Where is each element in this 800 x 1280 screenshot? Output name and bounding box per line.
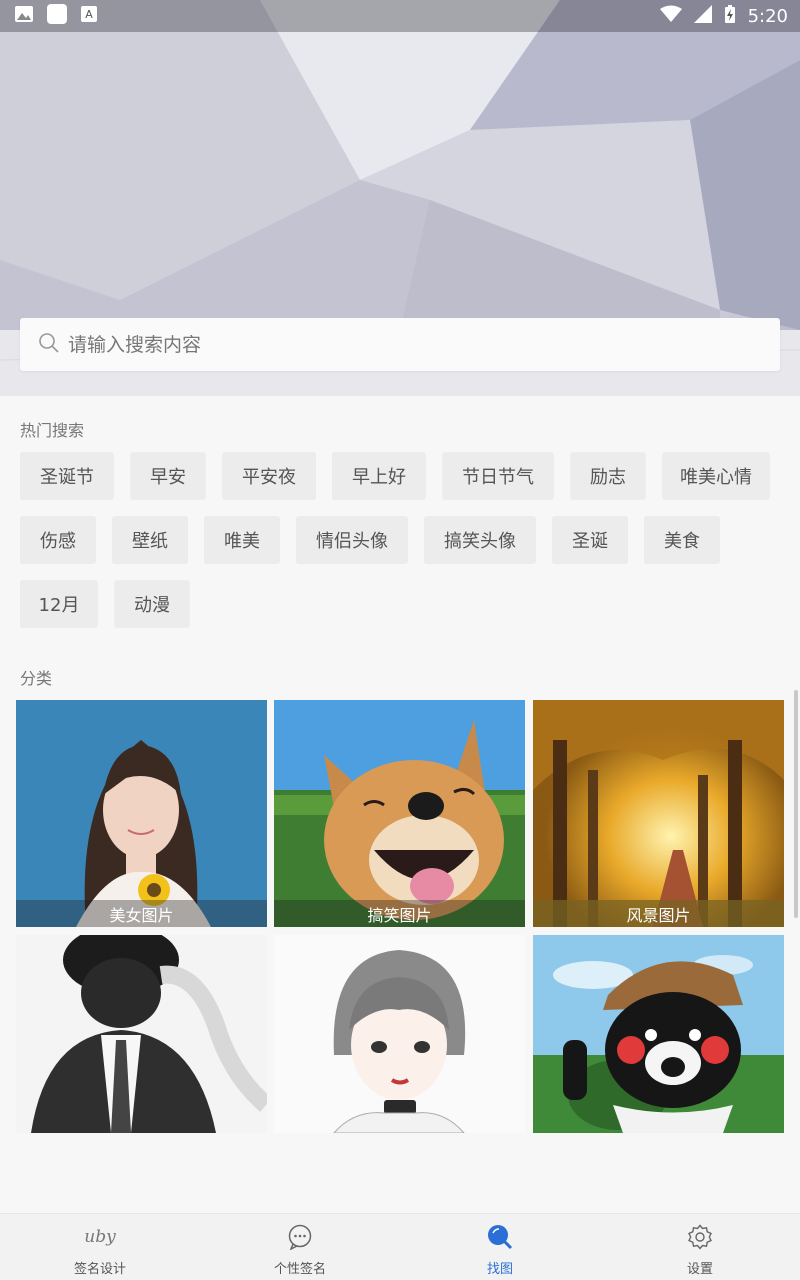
hot-tag[interactable]: 早安	[130, 452, 206, 500]
nav-item-settings[interactable]: 设置	[600, 1214, 800, 1280]
hot-tag[interactable]: 搞笑头像	[424, 516, 536, 564]
hot-tag[interactable]: 节日节气	[442, 452, 554, 500]
hot-tag[interactable]: 美食	[644, 516, 720, 564]
hot-tag[interactable]: 情侣头像	[296, 516, 408, 564]
nav-label: 签名设计	[73, 1262, 126, 1277]
man-hat-thumbnail	[16, 935, 267, 1133]
search-input[interactable]	[68, 333, 718, 356]
category-label: 风景图片	[533, 900, 784, 927]
hot-tag[interactable]: 壁纸	[112, 516, 188, 564]
chat-bubble-icon	[287, 1224, 313, 1254]
scenery-thumbnail	[533, 700, 784, 927]
kumamon-thumbnail	[533, 935, 784, 1133]
nav-label: 设置	[686, 1262, 713, 1277]
nav-item-personal-signature[interactable]: 个性签名	[200, 1214, 400, 1280]
nav-label: 找图	[486, 1262, 513, 1277]
scrollbar[interactable]	[794, 690, 798, 918]
category-tile-scenery[interactable]: 风景图片	[533, 700, 784, 927]
hot-search-tags: 圣诞节 早安 平安夜 早上好 节日节气 励志 唯美心情 伤感 壁纸 唯美 情侣头…	[20, 452, 780, 628]
category-tile-beauty[interactable]: 美女图片	[16, 700, 267, 927]
gear-icon	[687, 1224, 713, 1254]
hot-tag[interactable]: 圣诞	[552, 516, 628, 564]
category-tile-funny[interactable]: 搞笑图片	[274, 700, 525, 927]
signal-icon	[693, 5, 712, 27]
category-tile-5[interactable]	[274, 935, 525, 1133]
hot-tag[interactable]: 唯美心情	[662, 452, 770, 500]
category-title: 分类	[20, 669, 53, 688]
nav-item-signature-design[interactable]: uby 签名设计	[0, 1214, 200, 1280]
hot-tag[interactable]: 平安夜	[222, 452, 316, 500]
search-icon	[487, 1224, 513, 1254]
clock: 5:20	[747, 5, 788, 27]
bottom-nav: uby 签名设计 个性签名 找图 设置	[0, 1213, 800, 1280]
hot-tag[interactable]: 伤感	[20, 516, 96, 564]
wifi-icon	[659, 5, 682, 27]
hot-tag[interactable]: 动漫	[114, 580, 190, 628]
hot-tag[interactable]: 圣诞节	[20, 452, 114, 500]
category-tile-6[interactable]	[533, 935, 784, 1133]
font-icon: A	[80, 5, 98, 27]
hot-tag[interactable]: 唯美	[204, 516, 280, 564]
battery-charging-icon	[724, 4, 736, 28]
nav-item-find-image[interactable]: 找图	[400, 1214, 600, 1280]
funny-thumbnail	[274, 700, 525, 927]
category-label: 美女图片	[16, 900, 267, 927]
signature-icon-text: uby	[84, 1227, 116, 1247]
sketch-girl-thumbnail	[274, 935, 525, 1133]
image-icon	[14, 5, 34, 27]
signature-icon: uby	[80, 1224, 120, 1254]
search-icon	[38, 332, 60, 358]
category-tile-4[interactable]	[16, 935, 267, 1133]
status-bar: A 5:20	[0, 0, 800, 32]
category-label: 搞笑图片	[274, 900, 525, 927]
app-icon	[46, 3, 68, 29]
hot-tag[interactable]: 早上好	[332, 452, 426, 500]
search-bar[interactable]	[20, 318, 780, 371]
beauty-thumbnail	[16, 700, 267, 927]
svg-text:A: A	[85, 8, 93, 21]
hot-search-title: 热门搜索	[20, 421, 85, 440]
nav-label: 个性签名	[273, 1262, 326, 1277]
category-grid: 美女图片 搞笑图片 风景图片	[16, 700, 784, 1133]
hot-tag[interactable]: 励志	[570, 452, 646, 500]
hot-tag[interactable]: 12月	[20, 580, 98, 628]
